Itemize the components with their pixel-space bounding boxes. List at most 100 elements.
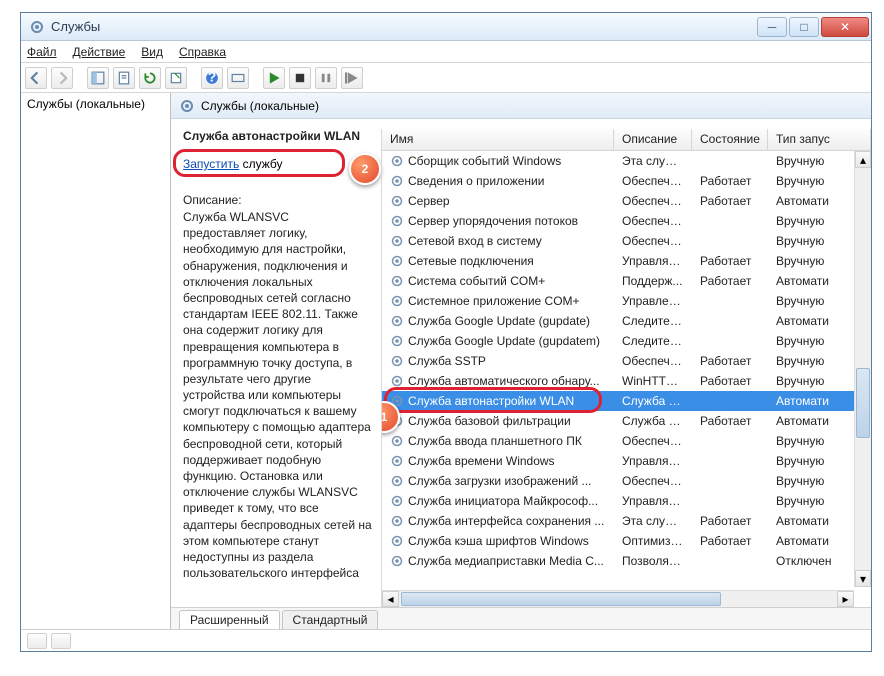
cell-name: Сборщик событий Windows <box>382 154 614 168</box>
menu-action[interactable]: Действие <box>73 45 126 59</box>
cell-state: Работает <box>692 374 768 388</box>
table-row[interactable]: Служба базовой фильтрацииСлужба ба...Раб… <box>382 411 871 431</box>
table-row[interactable]: Служба ввода планшетного ПКОбеспечи...Вр… <box>382 431 871 451</box>
cell-name: Служба Google Update (gupdatem) <box>382 334 614 348</box>
table-row[interactable]: Служба инициатора Майкрософ...Управляе..… <box>382 491 871 511</box>
refresh-button[interactable] <box>139 67 161 89</box>
cell-name: Сведения о приложении <box>382 174 614 188</box>
menu-view[interactable]: Вид <box>141 45 163 59</box>
cell-name: Служба базовой фильтрации <box>382 414 614 428</box>
restart-service-button[interactable] <box>341 67 363 89</box>
cell-state: Работает <box>692 354 768 368</box>
tree-pane[interactable]: Службы (локальные) <box>21 93 171 629</box>
table-row[interactable]: СерверОбеспечи...РаботаетАвтомати <box>382 191 871 211</box>
column-headers: Имя Описание Состояние Тип запус <box>382 129 871 151</box>
table-row[interactable]: Служба Google Update (gupdatem)Следите з… <box>382 331 871 351</box>
start-service-button[interactable] <box>263 67 285 89</box>
cell-desc: Позволяе... <box>614 554 692 568</box>
table-row[interactable]: Служба кэша шрифтов WindowsОптимизи...Ра… <box>382 531 871 551</box>
toolbar-button[interactable] <box>227 67 249 89</box>
table-row[interactable]: Служба автонастройки WLANСлужба W...Авто… <box>382 391 871 411</box>
gear-icon <box>179 98 195 114</box>
tab-standard[interactable]: Стандартный <box>282 610 379 629</box>
scroll-up-arrow[interactable]: ▴ <box>855 151 871 168</box>
table-row[interactable]: Служба загрузки изображений ...Обеспечи.… <box>382 471 871 491</box>
cell-name: Служба ввода планшетного ПК <box>382 434 614 448</box>
action-suffix: службу <box>239 157 282 171</box>
services-window: Службы ─ □ ✕ Файл Действие Вид Справка ?… <box>20 12 872 652</box>
rows[interactable]: Сборщик событий WindowsЭта служб...Вручн… <box>382 151 871 607</box>
cell-state: Работает <box>692 174 768 188</box>
cell-desc: Служба ба... <box>614 414 692 428</box>
col-startup[interactable]: Тип запус <box>768 129 871 150</box>
forward-button[interactable] <box>51 67 73 89</box>
properties-button[interactable] <box>113 67 135 89</box>
scroll-down-arrow[interactable]: ▾ <box>855 570 871 587</box>
col-name[interactable]: Имя <box>382 129 614 150</box>
menu-file[interactable]: Файл <box>27 45 57 59</box>
cell-name: Сетевые подключения <box>382 254 614 268</box>
table-row[interactable]: Система событий COM+Поддерж...РаботаетАв… <box>382 271 871 291</box>
pause-service-button[interactable] <box>315 67 337 89</box>
table-row[interactable]: Сервер упорядочения потоковОбеспечи...Вр… <box>382 211 871 231</box>
cell-name: Служба интерфейса сохранения ... <box>382 514 614 528</box>
cell-desc: Поддерж... <box>614 274 692 288</box>
maximize-button[interactable]: □ <box>789 17 819 37</box>
cell-desc: Управляе... <box>614 254 692 268</box>
table-row[interactable]: Служба автоматического обнару...WinHTTP … <box>382 371 871 391</box>
cell-desc: Служба W... <box>614 394 692 408</box>
cell-desc: Следите за... <box>614 314 692 328</box>
help-button[interactable]: ? <box>201 67 223 89</box>
vertical-scrollbar[interactable]: ▴ ▾ <box>854 151 871 587</box>
cell-desc: Обеспечи... <box>614 214 692 228</box>
cell-name: Служба Google Update (gupdate) <box>382 314 614 328</box>
export-list-button[interactable] <box>165 67 187 89</box>
table-row[interactable]: Служба времени WindowsУправляе...Вручную <box>382 451 871 471</box>
horizontal-scrollbar[interactable]: ◂ ▸ <box>382 590 854 607</box>
service-list: Имя Описание Состояние Тип запус Сборщик… <box>381 129 871 607</box>
titlebar[interactable]: Службы ─ □ ✕ <box>21 13 871 41</box>
table-row[interactable]: Сборщик событий WindowsЭта служб...Вручн… <box>382 151 871 171</box>
scroll-thumb[interactable] <box>856 368 870 438</box>
cell-name: Служба автонастройки WLAN <box>382 394 614 408</box>
hscroll-left-arrow[interactable]: ◂ <box>382 591 399 607</box>
table-row[interactable]: Сетевой вход в системуОбеспечи...Вручную <box>382 231 871 251</box>
cell-desc: Обеспечи... <box>614 474 692 488</box>
right-pane: Службы (локальные) Служба автонастройки … <box>171 93 871 629</box>
svg-text:?: ? <box>208 71 217 85</box>
cell-desc: Эта служб... <box>614 154 692 168</box>
window-title: Службы <box>51 19 755 34</box>
minimize-button[interactable]: ─ <box>757 17 787 37</box>
show-hide-tree-button[interactable] <box>87 67 109 89</box>
cell-name: Служба медиаприставки Media C... <box>382 554 614 568</box>
description-label: Описание: <box>183 193 373 207</box>
hscroll-right-arrow[interactable]: ▸ <box>837 591 854 607</box>
action-row: Запустить службу 2 <box>183 157 373 171</box>
col-state[interactable]: Состояние <box>692 129 768 150</box>
table-row[interactable]: Служба медиаприставки Media C...Позволяе… <box>382 551 871 571</box>
close-button[interactable]: ✕ <box>821 17 869 37</box>
table-row[interactable]: Сведения о приложенииОбеспечи...Работает… <box>382 171 871 191</box>
scroll-track[interactable] <box>855 168 871 570</box>
cell-desc: Обеспечи... <box>614 354 692 368</box>
cell-desc: Эта служб... <box>614 514 692 528</box>
start-service-link[interactable]: Запустить <box>183 157 239 171</box>
table-row[interactable]: Системное приложение COM+Управлен...Вруч… <box>382 291 871 311</box>
table-row[interactable]: Сетевые подключенияУправляе...РаботаетВр… <box>382 251 871 271</box>
table-row[interactable]: Служба SSTPОбеспечи...РаботаетВручную <box>382 351 871 371</box>
hscroll-track[interactable] <box>399 591 837 607</box>
menu-help[interactable]: Справка <box>179 45 226 59</box>
menubar: Файл Действие Вид Справка <box>21 41 871 63</box>
tree-node-services-local[interactable]: Службы (локальные) <box>27 97 145 111</box>
col-description[interactable]: Описание <box>614 129 692 150</box>
status-button-2[interactable] <box>51 633 71 649</box>
status-button-1[interactable] <box>27 633 47 649</box>
back-button[interactable] <box>25 67 47 89</box>
stop-service-button[interactable] <box>289 67 311 89</box>
cell-name: Служба кэша шрифтов Windows <box>382 534 614 548</box>
hscroll-thumb[interactable] <box>401 592 721 606</box>
cell-name: Сетевой вход в систему <box>382 234 614 248</box>
tab-extended[interactable]: Расширенный <box>179 610 280 629</box>
table-row[interactable]: Служба интерфейса сохранения ...Эта служ… <box>382 511 871 531</box>
table-row[interactable]: Служба Google Update (gupdate)Следите за… <box>382 311 871 331</box>
